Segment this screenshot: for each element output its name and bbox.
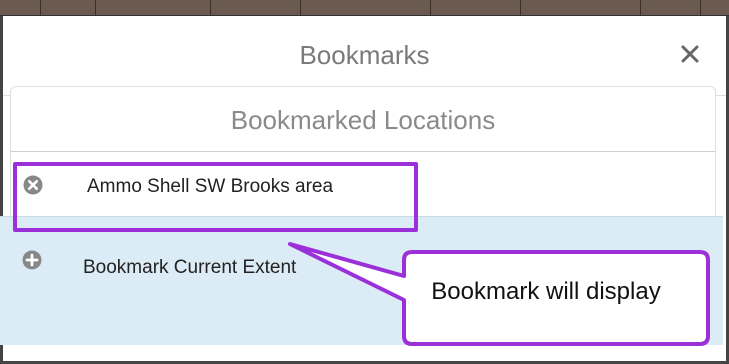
bookmark-label[interactable]: Ammo Shell SW Brooks area [87, 176, 333, 198]
annotation-text: Bookmark will display [431, 278, 661, 305]
dialog-title: Bookmarks [299, 40, 430, 70]
add-circle-icon[interactable] [22, 250, 42, 270]
close-icon [681, 45, 699, 63]
remove-circle-icon[interactable] [23, 175, 43, 195]
close-button[interactable] [676, 40, 704, 68]
panel-title: Bookmarked Locations [230, 105, 496, 135]
list-item[interactable]: Ammo Shell SW Brooks area [10, 152, 716, 216]
add-bookmark-label[interactable]: Bookmark Current Extent [83, 248, 343, 288]
bookmarked-locations-header: Bookmarked Locations [10, 86, 716, 152]
dialog-header: Bookmarks [3, 16, 726, 96]
map-background-strip [0, 0, 729, 16]
